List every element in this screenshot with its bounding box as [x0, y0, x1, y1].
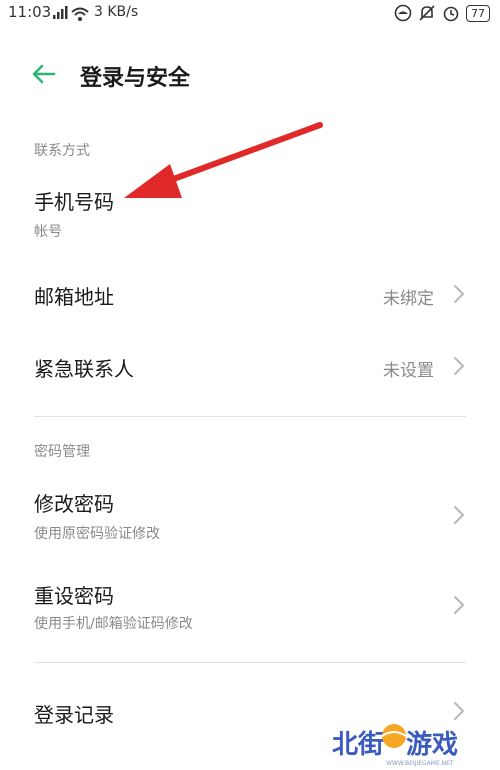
watermark-ball-icon — [381, 724, 407, 748]
section-divider — [34, 662, 466, 663]
row-phone-title: 手机号码 — [34, 190, 114, 214]
row-phone-number[interactable]: 手机号码 帐号 — [0, 178, 500, 248]
row-email[interactable]: 邮箱地址 未绑定 — [0, 268, 500, 320]
row-reset-password-title: 重设密码 — [34, 584, 114, 608]
cast-icon — [394, 4, 412, 22]
row-change-password-title: 修改密码 — [34, 492, 114, 516]
row-emergency-title: 紧急联系人 — [34, 357, 134, 381]
section-header-password: 密码管理 — [34, 444, 90, 460]
status-time: 11:03 — [8, 3, 52, 21]
page-title: 登录与安全 — [80, 66, 191, 91]
signal-icon — [53, 6, 68, 19]
wifi-icon — [71, 7, 89, 21]
row-change-password[interactable]: 修改密码 使用原密码验证修改 — [0, 480, 500, 550]
chevron-right-icon — [454, 596, 464, 614]
row-phone-subtitle: 帐号 — [34, 224, 62, 240]
row-email-value: 未绑定 — [383, 289, 434, 309]
watermark-url: WWW.BEIJIEGAME.NET — [386, 760, 454, 767]
alarm-icon — [443, 6, 459, 22]
row-emergency-value: 未设置 — [383, 361, 434, 381]
watermark-text-1: 北街 — [332, 730, 385, 760]
back-arrow-icon[interactable] — [30, 62, 58, 86]
section-header-contact: 联系方式 — [34, 143, 90, 159]
watermark-text-2: 游戏 — [406, 730, 459, 760]
row-reset-password[interactable]: 重设密码 使用手机/邮箱验证码修改 — [0, 572, 500, 642]
row-change-password-subtitle: 使用原密码验证修改 — [34, 526, 160, 542]
row-email-title: 邮箱地址 — [34, 285, 114, 309]
chevron-right-icon — [454, 357, 464, 375]
chevron-right-icon — [454, 285, 464, 303]
mute-bell-icon — [419, 5, 435, 21]
status-right-icons: 77 — [394, 4, 490, 22]
status-bar: 11:03 3 KB/s 77 — [0, 0, 500, 28]
watermark-logo: 北街 游戏 WWW.BEIJIEGAME.NET — [332, 718, 492, 768]
network-speed: 3 KB/s — [94, 4, 139, 20]
chevron-right-icon — [454, 506, 464, 524]
section-divider — [34, 416, 466, 417]
row-login-history-title: 登录记录 — [34, 703, 114, 727]
row-emergency-contact[interactable]: 紧急联系人 未设置 — [0, 340, 500, 392]
battery-icon: 77 — [466, 4, 490, 22]
row-reset-password-subtitle: 使用手机/邮箱验证码修改 — [34, 616, 193, 632]
header: 登录与安全 — [0, 52, 500, 98]
